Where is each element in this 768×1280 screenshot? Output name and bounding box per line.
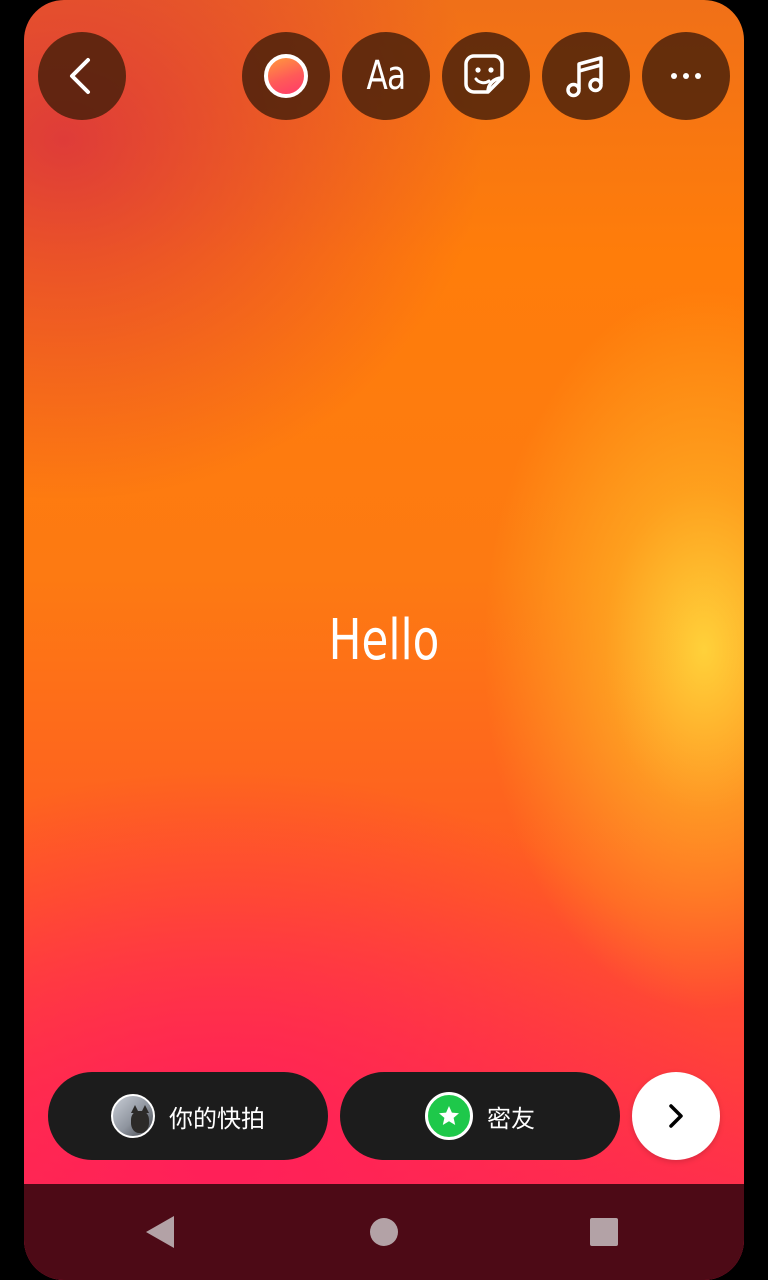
back-button[interactable] <box>38 32 126 120</box>
more-options-button[interactable] <box>642 32 730 120</box>
nav-back-icon[interactable] <box>146 1216 174 1248</box>
text-tool-label: Aa <box>366 53 407 99</box>
nav-recents-icon[interactable] <box>590 1218 618 1246</box>
system-navigation-bar <box>24 1184 744 1280</box>
music-note-icon <box>566 56 603 98</box>
sticker-icon <box>464 54 504 94</box>
color-swatch-icon <box>264 54 308 98</box>
close-friends-label: 密友 <box>487 1104 535 1133</box>
next-button[interactable] <box>632 1072 720 1160</box>
your-story-label: 你的快拍 <box>169 1104 265 1133</box>
music-button[interactable] <box>542 32 630 120</box>
star-icon <box>425 1092 473 1140</box>
more-horizontal-icon <box>671 73 701 79</box>
sticker-button[interactable] <box>442 32 530 120</box>
avatar <box>111 1094 155 1138</box>
story-editor-screen: Aa Hello 你的快拍 密友 <box>24 0 744 1280</box>
chevron-left-icon <box>70 58 90 94</box>
nav-home-icon[interactable] <box>370 1218 398 1246</box>
cat-avatar-icon <box>131 1105 149 1133</box>
close-friends-button[interactable]: 密友 <box>340 1072 620 1160</box>
your-story-button[interactable]: 你的快拍 <box>48 1072 328 1160</box>
color-picker-button[interactable] <box>242 32 330 120</box>
chevron-right-icon <box>669 1104 683 1128</box>
story-text[interactable]: Hello <box>103 606 665 676</box>
text-tool-button[interactable]: Aa <box>342 32 430 120</box>
